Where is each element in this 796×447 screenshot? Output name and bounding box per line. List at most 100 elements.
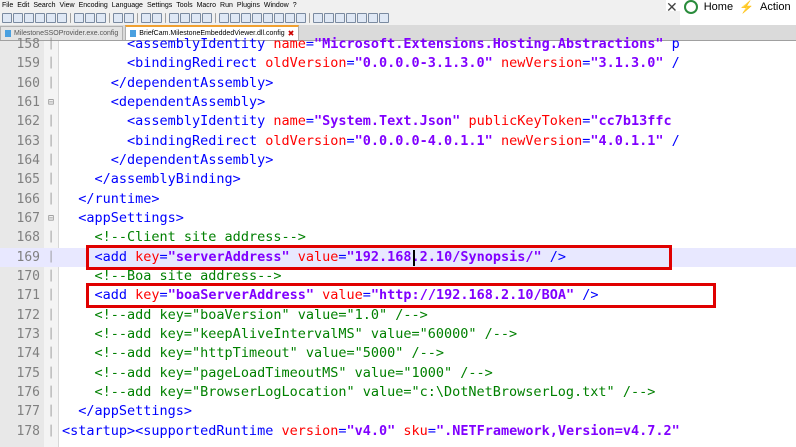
toolbar-button-icon[interactable] xyxy=(274,13,284,23)
toolbar-button-icon[interactable] xyxy=(357,13,367,23)
code-line[interactable]: 159 │ <bindingRedirect oldVersion="0.0.0.… xyxy=(0,54,796,73)
line-number: 171 xyxy=(16,288,40,304)
fold-line: │ xyxy=(47,270,55,282)
toolbar-button-icon[interactable] xyxy=(324,13,334,23)
code-line[interactable]: 174 │ <!--add key="httpTimeout" value="50… xyxy=(0,344,796,363)
menu-item-encoding[interactable]: Encoding xyxy=(77,2,110,9)
home-label[interactable]: Home xyxy=(704,1,733,13)
toolbar-button-icon[interactable] xyxy=(152,13,162,23)
menu-item-file[interactable]: File xyxy=(0,2,15,9)
toolbar-button-icon[interactable] xyxy=(46,13,56,23)
toolbar-button-icon[interactable] xyxy=(285,13,295,23)
code-token: = xyxy=(305,36,314,52)
toolbar-button-icon[interactable] xyxy=(241,13,251,23)
toolbar-button-icon[interactable] xyxy=(368,13,378,23)
code-line[interactable]: 178 │ <startup><supportedRuntime version="… xyxy=(0,422,796,441)
code-line[interactable]: 162 │ <assemblyIdentity name="System.Text… xyxy=(0,112,796,131)
toolbar-button-icon[interactable] xyxy=(219,13,229,23)
line-number: 159 xyxy=(16,56,40,72)
code-line[interactable]: 166 │ </runtime> xyxy=(0,190,796,209)
code-line[interactable]: 161 ⊟ <dependentAssembly> xyxy=(0,93,796,112)
toolbar-button-icon[interactable] xyxy=(252,13,262,23)
menu-item-settings[interactable]: Settings xyxy=(145,2,174,9)
toolbar-button-icon[interactable] xyxy=(296,13,306,23)
menu-item-view[interactable]: View xyxy=(58,2,77,9)
code-line[interactable]: 163 │ <bindingRedirect oldVersion="0.0.0.… xyxy=(0,132,796,151)
menu-item-plugins[interactable]: Plugins xyxy=(235,2,262,9)
code-token: </appSettings> xyxy=(78,403,193,420)
fold-toggle-icon[interactable]: ⊟ xyxy=(46,209,56,228)
fold-toggle-icon[interactable]: ⊟ xyxy=(46,93,56,112)
line-number: 158 xyxy=(16,37,40,52)
action-label[interactable]: Action xyxy=(760,1,791,13)
toolbar-button-icon[interactable] xyxy=(263,13,273,23)
code-line[interactable]: 177 │ </appSettings> xyxy=(0,402,796,421)
menu-item-macro[interactable]: Macro xyxy=(195,2,218,9)
toolbar-button-icon[interactable] xyxy=(124,13,134,23)
toolbar-button-icon[interactable] xyxy=(113,13,123,23)
fold-line: │ xyxy=(47,251,55,263)
code-token: = xyxy=(305,113,314,130)
toolbar-button-icon[interactable] xyxy=(313,13,323,23)
toolbar-button-icon[interactable] xyxy=(35,13,45,23)
code-line[interactable]: 175 │ <!--add key="pageLoadTimeoutMS" val… xyxy=(0,364,796,383)
code-line[interactable]: 172 │ <!--add key="boaVersion" value="1.0… xyxy=(0,306,796,325)
menu-item-language[interactable]: Language xyxy=(110,2,145,9)
toolbar-button-icon[interactable] xyxy=(74,13,84,23)
toolbar-button-icon[interactable] xyxy=(169,13,179,23)
toolbar-button-icon[interactable] xyxy=(335,13,345,23)
toolbar-button-icon[interactable] xyxy=(202,13,212,23)
menu-item-search[interactable]: Search xyxy=(31,2,57,9)
code-text: <!--add key="pageLoadTimeoutMS" value="1… xyxy=(62,364,493,383)
code-line[interactable]: 164 │ </dependentAssembly> xyxy=(0,151,796,170)
fold-line: │ xyxy=(47,386,55,398)
toolbar-button-icon[interactable] xyxy=(85,13,95,23)
fold-line: │ xyxy=(47,232,55,244)
toolbar-button-icon[interactable] xyxy=(2,13,12,23)
toolbar-button-icon[interactable] xyxy=(141,13,151,23)
toolbar-button-icon[interactable] xyxy=(13,13,23,23)
code-text: <assemblyIdentity name="Microsoft.Extens… xyxy=(62,35,680,54)
menu-item-tools[interactable]: Tools xyxy=(174,2,194,9)
toolbar-button-icon[interactable] xyxy=(191,13,201,23)
menu-item-run[interactable]: Run xyxy=(218,2,235,9)
code-token: <!--add key="keepAliveIntervalMS" value=… xyxy=(94,325,518,342)
toolbar-button-icon[interactable] xyxy=(57,13,67,23)
code-line[interactable]: 160 │ </dependentAssembly> xyxy=(0,74,796,93)
code-line[interactable]: 167 ⊟ <appSettings> xyxy=(0,209,796,228)
toolbar-button-icon[interactable] xyxy=(379,13,389,23)
toolbar-button-icon[interactable] xyxy=(180,13,190,23)
menu-item-edit[interactable]: Edit xyxy=(15,2,31,9)
code-line[interactable]: 165 │ </assemblyBinding> xyxy=(0,170,796,189)
code-token: = xyxy=(346,132,355,149)
code-token: <assemblyIdentity xyxy=(127,36,274,52)
fold-line: │ xyxy=(47,328,55,340)
toolbar-separator xyxy=(309,13,310,23)
toolbar-button-icon[interactable] xyxy=(230,13,240,23)
code-line[interactable]: 173 │ <!--add key="keepAliveIntervalMS" v… xyxy=(0,325,796,344)
code-editor[interactable]: 158 │ <assemblyIdentity name="Microsoft.E… xyxy=(0,36,796,447)
toolbar-button-icon[interactable] xyxy=(96,13,106,23)
toolbar-button-icon[interactable] xyxy=(346,13,356,23)
home-icon[interactable] xyxy=(683,0,698,14)
toolbar-separator xyxy=(70,13,71,23)
code-token: = xyxy=(427,422,436,439)
code-token: <!--add key="httpTimeout" value="5000" /… xyxy=(94,345,445,362)
toolbar-button-icon[interactable] xyxy=(24,13,34,23)
toolbar-separator xyxy=(137,13,138,23)
code-line[interactable]: 176 │ <!--add key="BrowserLogLocation" va… xyxy=(0,383,796,402)
code-token: <!--Boa site address--> xyxy=(94,267,282,284)
code-token: newVersion xyxy=(500,132,583,149)
code-token: newVersion xyxy=(500,55,583,72)
code-line[interactable]: 158 │ <assemblyIdentity name="Microsoft.E… xyxy=(0,35,796,54)
menu-item-window[interactable]: Window xyxy=(262,2,291,9)
menu-item--[interactable]: ? xyxy=(291,2,299,9)
code-token: "cc7b13ffc xyxy=(590,113,672,130)
